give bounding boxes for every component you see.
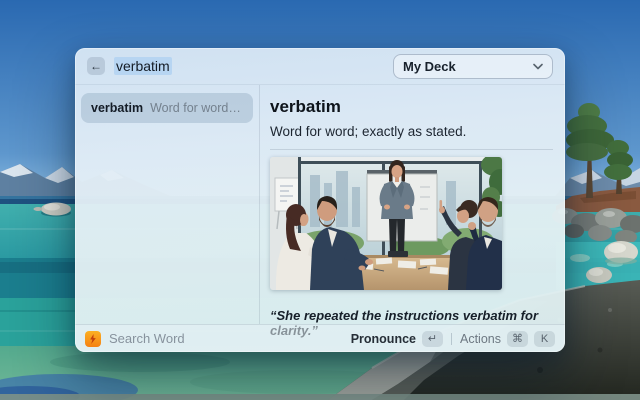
result-item-verbatim[interactable]: verbatim Word for word; exactl...: [81, 93, 253, 123]
chevron-down-icon: [533, 63, 543, 70]
return-key-icon: ↵: [422, 331, 443, 347]
word-definition: Word for word; exactly as stated.: [270, 124, 553, 139]
back-button[interactable]: ←: [87, 57, 105, 75]
app-window: ← verbatim My Deck verbatim Word for wor…: [75, 48, 565, 352]
search-input-value: verbatim: [114, 57, 172, 75]
search-input[interactable]: verbatim: [114, 58, 393, 74]
app-name: Search Word: [109, 331, 343, 346]
meeting-photo: [270, 157, 502, 290]
window-footer: Search Word Pronounce ↵ Actions ⌘ K: [75, 324, 565, 352]
actions-label: Actions: [460, 332, 501, 346]
deck-dropdown[interactable]: My Deck: [393, 54, 553, 79]
detail-divider: [270, 149, 553, 150]
detail-panel: verbatim Word for word; exactly as state…: [260, 85, 565, 324]
word-title: verbatim: [270, 97, 553, 117]
deck-dropdown-label: My Deck: [403, 59, 525, 74]
result-word: verbatim: [91, 101, 143, 115]
pronounce-action[interactable]: Pronounce ↵: [351, 331, 443, 347]
window-topbar: ← verbatim My Deck: [75, 48, 565, 85]
footer-divider: [451, 333, 452, 345]
flashcard-app-icon: [85, 331, 101, 347]
pronounce-label: Pronounce: [351, 332, 416, 346]
results-sidebar: verbatim Word for word; exactl...: [75, 85, 260, 324]
desktop: ← verbatim My Deck verbatim Word for wor…: [0, 0, 640, 400]
result-preview: Word for word; exactl...: [150, 101, 243, 115]
window-content: verbatim Word for word; exactl... verbat…: [75, 85, 565, 324]
actions-menu[interactable]: Actions ⌘ K: [460, 331, 555, 347]
command-key-icon: ⌘: [507, 331, 528, 347]
k-key: K: [534, 331, 555, 347]
back-arrow-icon: ←: [90, 57, 102, 75]
